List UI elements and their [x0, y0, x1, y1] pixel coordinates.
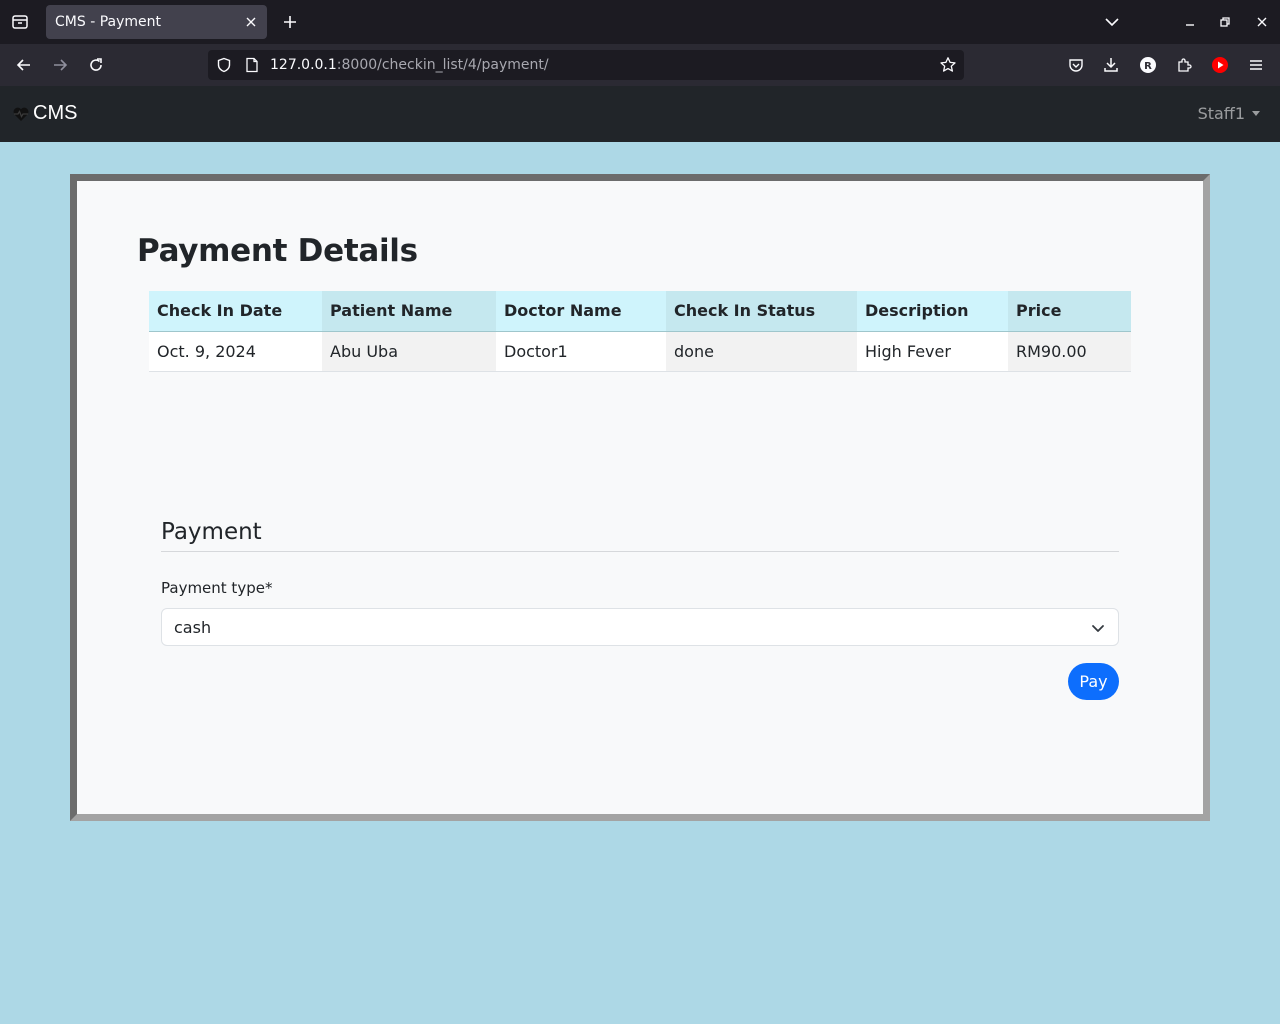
close-tab-icon[interactable]: [241, 12, 261, 32]
payment-details-table: Check In Date Patient Name Doctor Name C…: [149, 291, 1131, 372]
cell-description: High Fever: [857, 331, 1008, 372]
section-divider: [161, 551, 1119, 552]
minimize-icon[interactable]: [1178, 10, 1202, 34]
column-header: Description: [857, 291, 1008, 332]
profile-avatar-icon[interactable]: R: [1136, 53, 1160, 77]
cell-doctor-name: Doctor1: [496, 331, 666, 372]
column-header: Patient Name: [322, 291, 496, 332]
forward-icon[interactable]: [48, 53, 72, 77]
caret-down-icon: [1252, 111, 1260, 116]
page-info-icon[interactable]: [242, 55, 262, 75]
pocket-icon[interactable]: [1064, 53, 1088, 77]
svg-text:R: R: [1144, 61, 1152, 72]
brand-link[interactable]: CMS: [12, 102, 77, 125]
cell-check-in-date: Oct. 9, 2024: [149, 331, 322, 372]
app-navbar: CMS Staff1: [0, 86, 1280, 142]
column-header: Check In Date: [149, 291, 322, 332]
column-header: Check In Status: [666, 291, 857, 332]
youtube-extension-icon[interactable]: [1208, 53, 1232, 77]
restore-icon[interactable]: [1213, 10, 1237, 34]
browser-tab-active[interactable]: CMS - Payment: [46, 5, 267, 39]
tracking-protection-icon[interactable]: [214, 55, 234, 75]
bookmark-star-icon[interactable]: [938, 55, 958, 75]
browser-tab-bar: CMS - Payment: [0, 0, 1280, 44]
user-dropdown[interactable]: Staff1: [1198, 104, 1260, 123]
cell-patient-name: Abu Uba: [322, 331, 496, 372]
firefox-view-icon[interactable]: [8, 10, 32, 34]
table-header-row: Check In Date Patient Name Doctor Name C…: [149, 291, 1131, 332]
url-bar[interactable]: 127.0.0.1:8000/checkin_list/4/payment/: [208, 50, 964, 80]
close-window-icon[interactable]: [1250, 10, 1274, 34]
url-path: :8000/checkin_list/4/payment/: [336, 57, 549, 73]
page-title: Payment Details: [137, 233, 418, 269]
extensions-icon[interactable]: [1172, 53, 1196, 77]
table-row: Oct. 9, 2024 Abu Uba Doctor1 done High F…: [149, 331, 1131, 372]
hamburger-menu-icon[interactable]: [1244, 53, 1268, 77]
browser-toolbar: 127.0.0.1:8000/checkin_list/4/payment/ R: [0, 44, 1280, 86]
payment-type-select[interactable]: cash: [161, 608, 1119, 646]
brand-name: CMS: [33, 102, 78, 124]
reload-icon[interactable]: [84, 53, 108, 77]
list-all-tabs-icon[interactable]: [1100, 10, 1124, 34]
downloads-icon[interactable]: [1099, 53, 1123, 77]
payment-card: Payment Details Check In Date Patient Na…: [70, 174, 1210, 821]
payment-type-value: cash: [174, 618, 212, 637]
column-header: Price: [1008, 291, 1131, 332]
tab-title: CMS - Payment: [55, 14, 161, 30]
payment-section-title: Payment: [161, 519, 262, 545]
heart-pulse-icon: [13, 107, 29, 121]
pay-button[interactable]: Pay: [1068, 663, 1119, 700]
cell-check-in-status: done: [666, 331, 857, 372]
payment-type-label: Payment type*: [161, 579, 273, 597]
cell-price: RM90.00: [1008, 331, 1131, 372]
back-icon[interactable]: [12, 53, 36, 77]
column-header: Doctor Name: [496, 291, 666, 332]
new-tab-icon[interactable]: [278, 10, 302, 34]
user-name: Staff1: [1197, 104, 1245, 123]
chevron-down-icon: [1092, 625, 1104, 632]
url-text: 127.0.0.1:8000/checkin_list/4/payment/: [270, 57, 549, 73]
url-host: 127.0.0.1: [270, 57, 337, 73]
